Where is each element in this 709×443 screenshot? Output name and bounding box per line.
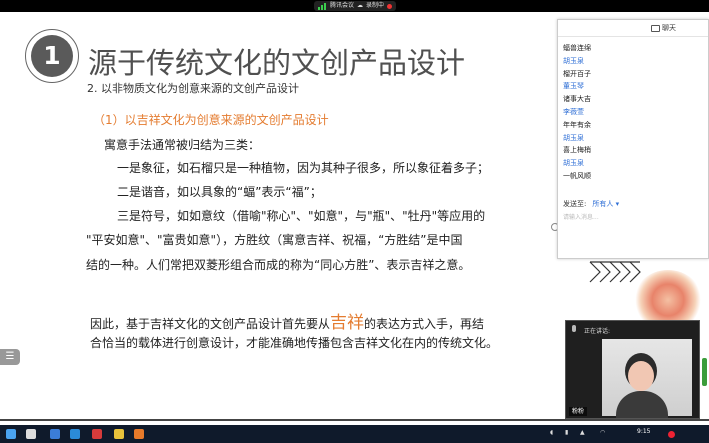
speaker-video-tile[interactable]: 正在讲话: 粉粉 [565, 320, 700, 419]
participant-name: 粉粉 [569, 407, 588, 416]
body-line: 三是符号，如如意纹（借喻"称心"、"如意"，与"瓶"、"牡丹"等应用的 [117, 209, 486, 223]
chat-title: 聊天 [662, 24, 676, 32]
slide-subtitle: 2. 以非物质文化为创意来源的文创产品设计 [87, 82, 299, 95]
chat-header: 聊天 [558, 20, 708, 37]
cloud-icon: ☁ [357, 2, 364, 9]
mic-icon [572, 325, 576, 332]
body-line: 一是象征，如石榴只是一种植物，因为其种子很多，所以象征着多子； [117, 161, 490, 175]
taskbar: ◖ ▮ ▲ ◠ 9:15 [0, 425, 709, 443]
section-heading: （1）以吉祥文化为创意来源的文创产品设计 [93, 113, 329, 127]
record-dot-icon [387, 3, 393, 9]
signal-icon [318, 2, 327, 10]
conclusion-line-2: 合恰当的载体进行创意设计，才能准确地传播包含吉祥文化在内的传统文化。 [90, 336, 499, 350]
speaking-label: 正在讲话: [584, 328, 611, 335]
send-to-row: 发送至: 所有人 ▾ [563, 199, 619, 209]
conclusion-line: 因此，基于吉祥文化的文创产品设计首先要从吉祥的表达方式入手，再结 [90, 308, 484, 333]
conclusion-text: 因此，基于吉祥文化的文创产品设计首先要从 [90, 317, 331, 331]
body-line: 结的一种。人们常把双菱形组合而成的称为“同心方胜”、表示吉祥之意。 [86, 258, 471, 272]
chat-sender-name: 董玉琴 [563, 82, 584, 91]
chat-panel: 聊天 蝠兽连绵 胡玉泉 榴开百子 董玉琴 诸事大吉 李薇萱 年年有余 胡玉泉 喜上梅梢 胡玉泉 一帆… [557, 19, 709, 259]
participant-face [628, 361, 654, 391]
folder-icon[interactable] [114, 429, 124, 439]
body-line: "平安如意"、"富贵如意"），方胜纹（寓意吉祥、祝福，“方胜结”是中国 [86, 233, 463, 247]
body-line: 二是谐音，如以具象的“蝠”表示“福”； [117, 185, 322, 199]
chat-message: 一帆风顺 [563, 171, 591, 180]
chat-sender-name: 李薇萱 [563, 107, 584, 116]
section-number: 1 [31, 35, 73, 77]
meeting-app-label: 腾讯会议 [330, 2, 355, 9]
network-icon[interactable]: ▲ [580, 429, 585, 436]
conclusion-text: 的表达方式入手，再结 [364, 317, 485, 331]
send-to-dropdown[interactable]: 所有人 ▾ [592, 200, 619, 208]
chat-message: 喜上梅梢 [563, 146, 591, 155]
divider [0, 419, 709, 421]
meeting-icon[interactable] [70, 429, 80, 439]
chat-sender-name: 胡玉泉 [563, 56, 584, 65]
wifi-icon[interactable]: ◠ [600, 429, 605, 436]
fangsheng-knot-decoration [589, 261, 641, 283]
chat-input[interactable]: 请输入消息... [563, 212, 599, 221]
chat-message: 蝠兽连绵 [563, 44, 591, 52]
recording-label: 录制中 [366, 2, 385, 9]
chat-icon [651, 25, 660, 32]
scrollbar-thumb[interactable] [702, 358, 707, 386]
chat-message-list: 蝠兽连绵 胡玉泉 榴开百子 董玉琴 诸事大吉 李薇萱 年年有余 胡玉泉 喜上梅梢 胡玉泉 一帆风顺 [563, 42, 703, 183]
chat-sender-name: 胡玉泉 [563, 133, 584, 142]
notification-icon[interactable] [668, 431, 675, 438]
chat-sender-name: 胡玉泉 [563, 159, 584, 168]
start-icon[interactable] [6, 429, 16, 439]
chat-message: 诸事大吉 [563, 95, 591, 104]
chat-message: 榴开百子 [563, 69, 591, 78]
chat-message: 年年有余 [563, 120, 591, 129]
slide-title: 源于传统文化的文创产品设计 [88, 46, 466, 80]
volume-icon[interactable]: ◖ [550, 429, 553, 436]
meeting-status-pill[interactable]: 腾讯会议 ☁ 录制中 [314, 1, 397, 11]
mic-tray-icon[interactable]: ▮ [565, 429, 568, 436]
taskbar-clock[interactable]: 9:15 [637, 428, 650, 435]
body-line: 寓意手法通常被归结为三类： [104, 138, 261, 152]
highlight-word: 吉祥 [330, 313, 365, 333]
meeting-top-bar: 腾讯会议 ☁ 录制中 [0, 0, 709, 12]
menu-icon[interactable]: ☰ [0, 349, 20, 365]
search-icon[interactable] [26, 429, 36, 439]
browser-icon[interactable] [50, 429, 60, 439]
send-to-target: 所有人 [592, 200, 614, 208]
media-icon[interactable] [134, 429, 144, 439]
send-to-label: 发送至: [563, 200, 587, 208]
chevron-down-icon: ▾ [613, 200, 620, 208]
wps-icon[interactable] [92, 429, 102, 439]
